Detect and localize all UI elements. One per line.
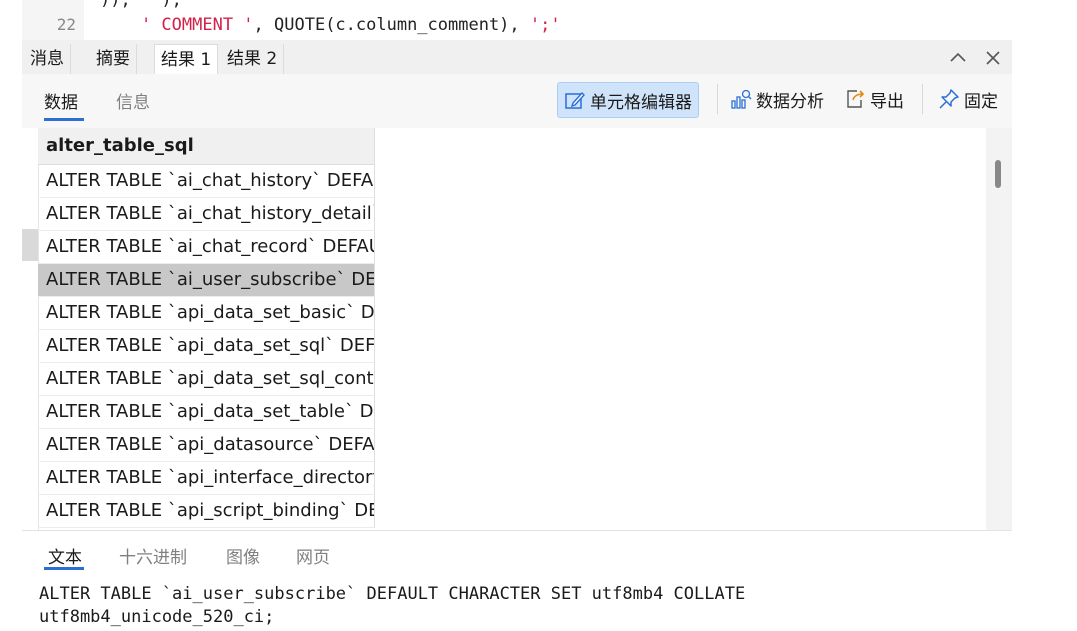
toolbar-divider (717, 84, 718, 114)
subtab-data[interactable]: 数据 (44, 88, 78, 113)
grid-column: alter_table_sql ALTER TABLE `ai_chat_his… (38, 128, 375, 528)
column-header-alter-table-sql[interactable]: alter_table_sql (38, 128, 375, 165)
tab-hex[interactable]: 十六进制 (119, 543, 187, 568)
result-toolbar: 数据 信息 单元格编辑器 数据分析 导出 固定 (22, 74, 1012, 128)
table-row[interactable]: ALTER TABLE `api_datasource` DEFAU (38, 429, 375, 462)
pin-label: 固定 (964, 91, 998, 112)
tab-image[interactable]: 图像 (226, 543, 260, 568)
close-icon[interactable] (982, 48, 1004, 70)
code-expression: , QUOTE(c.column_comment), (253, 15, 530, 35)
vertical-scrollbar[interactable] (986, 128, 1012, 530)
minimize-chevron-icon[interactable] (947, 48, 969, 70)
code-line-22: ' COMMENT ', QUOTE(c.column_comment), ';… (100, 15, 561, 35)
code-line-previous: )), ''); (100, 0, 182, 10)
subtab-info[interactable]: 信息 (116, 88, 150, 113)
data-analysis-label: 数据分析 (756, 91, 824, 112)
export-label: 导出 (870, 91, 904, 112)
tab-messages[interactable]: 消息 (24, 44, 71, 74)
pin-icon (938, 88, 960, 110)
table-row[interactable]: ALTER TABLE `api_data_set_table` DEF (38, 396, 375, 429)
line-number: 22 (56, 15, 76, 34)
table-row[interactable]: ALTER TABLE `api_script_binding` DEF (38, 495, 375, 528)
tab-text[interactable]: 文本 (48, 543, 82, 568)
cell-editor-label: 单元格编辑器 (590, 92, 692, 113)
result-tabs-bar: 消息 摘要 结果 1 结果 2 (22, 40, 1012, 75)
scrollbar-thumb[interactable] (995, 160, 1001, 188)
table-row[interactable]: ALTER TABLE `api_data_set_sql_contex (38, 363, 375, 396)
code-string-semicolon: ';' (529, 15, 561, 35)
result-grid: alter_table_sql ALTER TABLE `ai_chat_his… (22, 128, 986, 530)
export-icon (844, 88, 866, 110)
tab-summary[interactable]: 摘要 (90, 44, 137, 74)
pin-button[interactable]: 固定 (932, 82, 1004, 116)
cell-editor-icon (564, 89, 586, 111)
navicat-result-window: 22 )), ''); ' COMMENT ', QUOTE(c.column_… (22, 0, 1012, 631)
tab-result-1[interactable]: 结果 1 (154, 44, 219, 75)
value-viewer-panel: 文本 十六进制 图像 网页 ALTER TABLE `ai_user_subsc… (22, 530, 1012, 631)
table-row[interactable]: ALTER TABLE `ai_chat_history_detail` [ (38, 198, 375, 231)
sql-editor[interactable]: 22 )), ''); ' COMMENT ', QUOTE(c.column_… (22, 0, 1012, 41)
line-number-gutter: 22 (22, 0, 84, 40)
table-row[interactable]: ALTER TABLE `api_data_set_basic` DEF (38, 297, 375, 330)
export-button[interactable]: 导出 (838, 82, 910, 116)
code-string-comment: ' COMMENT ' (140, 15, 254, 35)
table-row-selected[interactable]: ALTER TABLE `ai_user_subscribe` DEFA (38, 264, 375, 297)
data-analysis-icon (730, 88, 752, 110)
table-row[interactable]: ALTER TABLE `api_data_set_sql` DEFAU (38, 330, 375, 363)
toolbar-divider (922, 84, 923, 114)
cell-value-text[interactable]: ALTER TABLE `ai_user_subscribe` DEFAULT … (39, 583, 999, 629)
row-header-gutter (22, 164, 39, 530)
cell-editor-button[interactable]: 单元格编辑器 (557, 82, 699, 118)
left-margin (0, 0, 22, 630)
table-row[interactable]: ALTER TABLE `ai_chat_record` DEFAUL (38, 231, 375, 264)
table-row[interactable]: ALTER TABLE `ai_chat_history` DEFAUl (38, 165, 375, 198)
tab-web[interactable]: 网页 (296, 543, 330, 568)
active-bottom-tab-indicator (44, 567, 84, 570)
data-analysis-button[interactable]: 数据分析 (724, 82, 830, 116)
table-row[interactable]: ALTER TABLE `api_interface_directory` (38, 462, 375, 495)
tab-result-2[interactable]: 结果 2 (221, 44, 285, 74)
selected-row-marker (22, 229, 38, 261)
active-subtab-indicator (44, 118, 84, 121)
